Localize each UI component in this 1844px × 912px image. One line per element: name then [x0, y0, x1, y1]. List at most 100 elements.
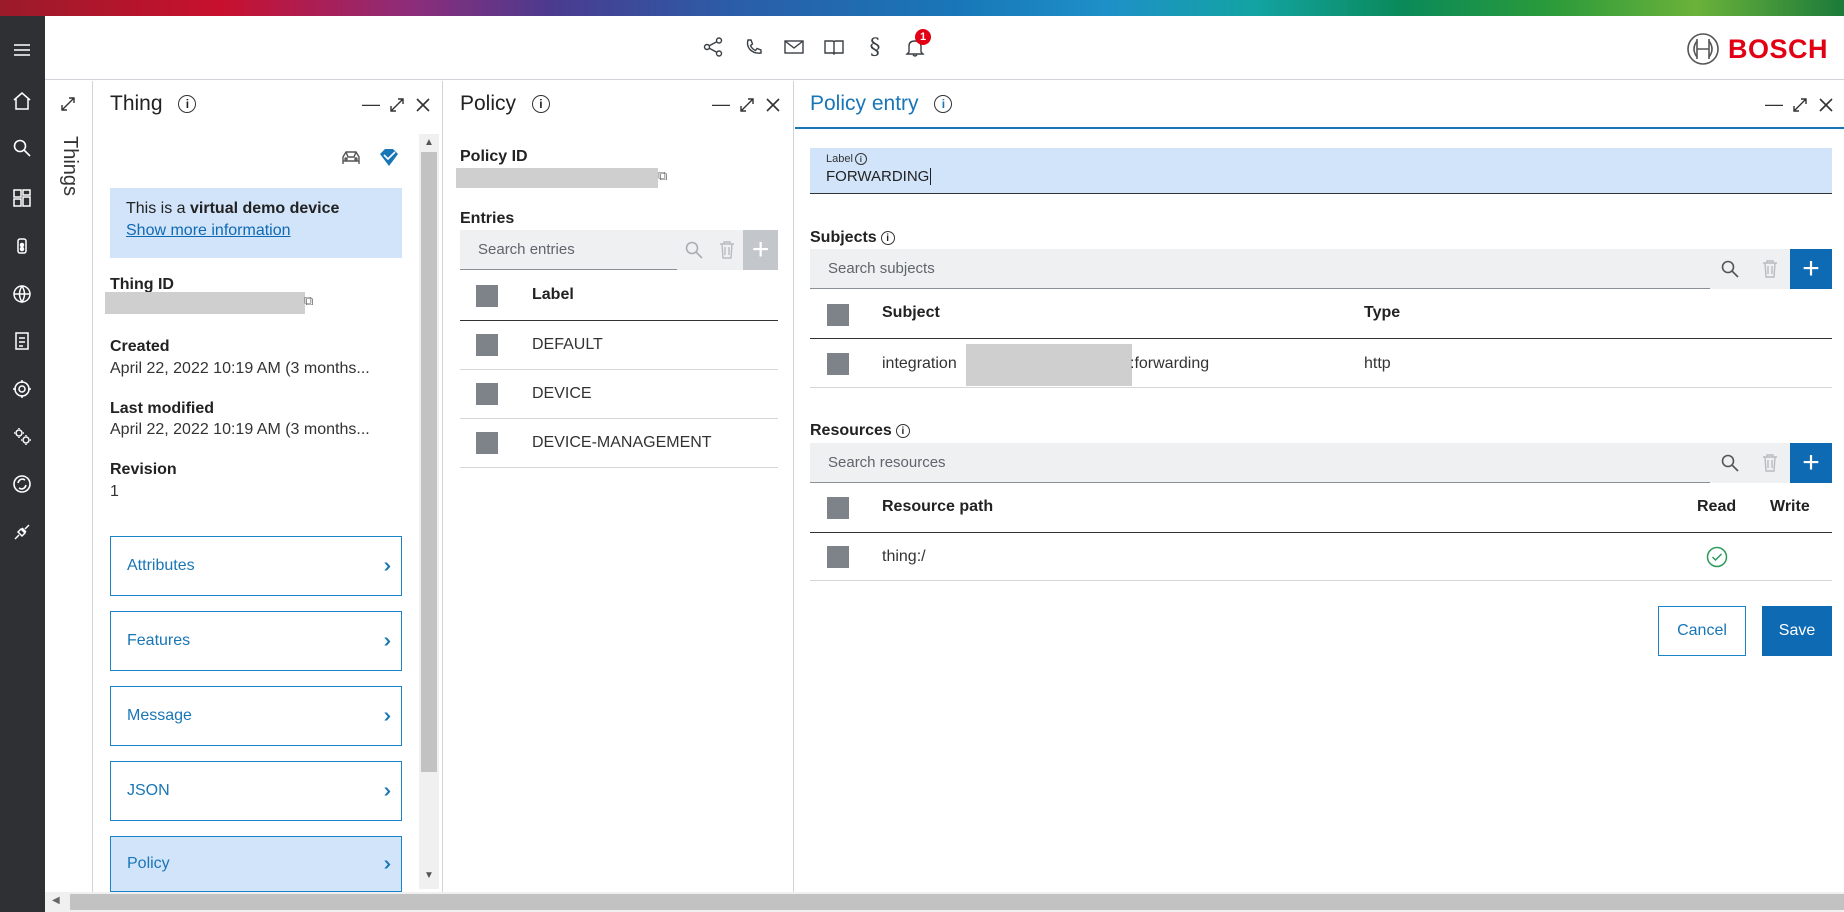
brand-name: BOSCH	[1728, 33, 1829, 64]
settings-icon[interactable]	[8, 422, 36, 450]
subject-redacted	[966, 344, 1132, 386]
bosch-armature-icon	[1687, 33, 1719, 65]
resources-search-input[interactable]	[810, 443, 1710, 483]
rules-icon[interactable]	[8, 375, 36, 403]
policy-id-redacted	[456, 168, 658, 188]
row-checkbox[interactable]	[827, 353, 849, 375]
subject-column-header: Subject	[882, 304, 940, 321]
table-divider	[460, 320, 778, 321]
thing-scroll-thumb[interactable]	[421, 152, 437, 772]
info-icon[interactable]: i	[880, 231, 895, 245]
label-column-header: Label	[532, 286, 574, 303]
read-check-icon[interactable]	[1706, 546, 1728, 573]
search-icon[interactable]	[8, 134, 36, 162]
row-divider	[810, 580, 1832, 581]
search-icon[interactable]	[1710, 249, 1750, 289]
show-more-link[interactable]: Show more information	[126, 222, 386, 240]
add-resource-button[interactable]: +	[1790, 443, 1832, 483]
subjects-search-input[interactable]	[810, 249, 1710, 289]
horizontal-scroll-thumb[interactable]	[70, 894, 1844, 910]
copy-icon[interactable]: ⧉	[658, 168, 667, 184]
select-all-checkbox[interactable]	[476, 285, 498, 307]
copy-icon[interactable]: ⧉	[304, 293, 313, 309]
info-icon[interactable]: i	[934, 95, 953, 113]
checklist-icon[interactable]	[8, 327, 36, 355]
subject-prefix: integration	[882, 355, 957, 372]
car-icon[interactable]	[340, 148, 362, 173]
share-icon[interactable]	[700, 34, 726, 60]
row-checkbox[interactable]	[476, 432, 498, 454]
double-chevron-icon: ››	[383, 554, 393, 577]
select-all-subjects-checkbox[interactable]	[827, 304, 849, 326]
dashboard-icon[interactable]	[8, 184, 36, 212]
info-icon[interactable]: i	[531, 95, 550, 113]
sync-icon[interactable]	[8, 470, 36, 498]
plug-icon[interactable]	[8, 518, 36, 546]
nav-attributes-button[interactable]: Attributes ››	[110, 536, 402, 596]
close-icon[interactable]	[414, 96, 432, 114]
read-column-header: Read	[1697, 498, 1737, 515]
delete-icon[interactable]	[710, 230, 743, 270]
minimize-icon[interactable]: —	[362, 94, 380, 115]
add-entry-button[interactable]: +	[743, 230, 778, 270]
book-icon[interactable]	[821, 34, 847, 60]
table-divider	[810, 338, 1832, 339]
phone-icon[interactable]	[741, 34, 767, 60]
type-column-header: Type	[1364, 304, 1401, 321]
cancel-button[interactable]: Cancel	[1658, 606, 1746, 656]
search-icon[interactable]	[677, 230, 710, 270]
resource-path-column-header: Resource path	[882, 498, 994, 515]
scroll-left-icon[interactable]: ◀	[52, 895, 60, 906]
subjects-label: Subjects i	[810, 229, 895, 247]
text-cursor	[930, 168, 932, 185]
add-subject-button[interactable]: +	[1790, 249, 1832, 289]
entries-label: Entries	[460, 210, 515, 227]
menu-icon[interactable]	[8, 36, 36, 64]
policy-entry-title: Policy entry i	[810, 92, 953, 116]
home-icon[interactable]	[8, 87, 36, 115]
scroll-down-icon[interactable]: ▼	[424, 870, 434, 881]
nav-policy-button[interactable]: Policy ››	[110, 836, 402, 892]
double-chevron-icon: ››	[383, 779, 393, 802]
nav-json-button[interactable]: JSON ››	[110, 761, 402, 821]
nav-features-button[interactable]: Features ››	[110, 611, 402, 671]
nav-message-button[interactable]: Message ››	[110, 686, 402, 746]
info-icon[interactable]: i	[895, 424, 910, 438]
maximize-icon[interactable]	[738, 96, 756, 114]
save-button[interactable]: Save	[1762, 606, 1832, 656]
things-vertical-label[interactable]: Things	[58, 136, 81, 196]
close-icon[interactable]	[764, 96, 782, 114]
search-icon[interactable]	[1710, 443, 1750, 483]
close-icon[interactable]	[1817, 96, 1835, 114]
expand-icon[interactable]	[58, 94, 80, 116]
info-icon[interactable]: i	[178, 95, 197, 113]
mail-icon[interactable]	[781, 34, 807, 60]
diamond-status-icon[interactable]	[377, 148, 401, 173]
scroll-up-icon[interactable]: ▲	[424, 137, 434, 148]
table-row[interactable]: DEFAULT	[532, 336, 603, 354]
select-all-resources-checkbox[interactable]	[827, 497, 849, 519]
minimize-icon[interactable]: —	[712, 94, 730, 115]
delete-icon[interactable]	[1750, 443, 1790, 483]
label-input-value[interactable]: FORWARDING	[826, 168, 932, 185]
row-checkbox[interactable]	[827, 546, 849, 568]
table-row[interactable]: DEVICE	[532, 385, 592, 403]
delete-icon[interactable]	[1750, 249, 1790, 289]
device-icon[interactable]	[8, 232, 36, 260]
legal-icon[interactable]: §	[862, 34, 888, 60]
row-checkbox[interactable]	[476, 334, 498, 356]
double-chevron-icon: ››	[383, 704, 393, 727]
entry-window-controls: —	[1765, 94, 1835, 115]
info-icon[interactable]: i	[854, 153, 867, 165]
globe-icon[interactable]	[8, 280, 36, 308]
table-row[interactable]: DEVICE-MANAGEMENT	[532, 434, 712, 452]
minimize-icon[interactable]: —	[1765, 94, 1783, 115]
resources-label: Resources i	[810, 422, 910, 440]
maximize-icon[interactable]	[388, 96, 406, 114]
row-checkbox[interactable]	[476, 383, 498, 405]
revision-value: 1	[110, 483, 119, 500]
entries-search-input[interactable]	[460, 230, 677, 270]
demo-device-notice: This is a virtual demo device Show more …	[110, 188, 402, 258]
label-input-field[interactable]	[810, 148, 1832, 194]
maximize-icon[interactable]	[1791, 96, 1809, 114]
